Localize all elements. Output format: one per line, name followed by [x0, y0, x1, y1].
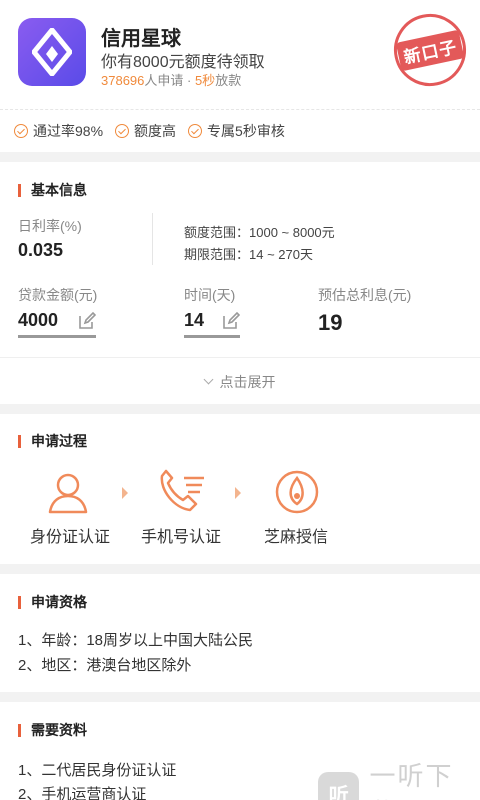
feature-list: 通过率98% 额度高 专属5秒审核 [0, 110, 480, 152]
step-arrow [122, 487, 128, 499]
sesame-icon [275, 470, 319, 514]
section-title-text: 需要资料 [31, 722, 87, 738]
app-header: 信用星球 你有8000元额度待领取 378696人申请 · 5秒放款 新口子 [0, 0, 480, 110]
term-label: 时间(天) [184, 287, 236, 303]
step-label-sesame: 芝麻授信 [264, 529, 329, 546]
term-input[interactable]: 14 [184, 310, 240, 338]
material-item: 1、二代居民身份证认证 [18, 762, 177, 779]
loan-speed-suffix: 放款 [215, 73, 242, 88]
app-name: 信用星球 [101, 28, 181, 50]
feature-item: 额度高 [115, 121, 176, 141]
chevron-down-icon [203, 374, 213, 385]
expand-button[interactable]: 点击展开 [0, 357, 480, 405]
new-stamp: 新口子 [387, 7, 473, 93]
interest-label: 预估总利息(元) [318, 287, 412, 303]
step-label-id: 身份证认证 [30, 529, 111, 546]
loan-speed: 5秒 [194, 73, 216, 88]
step-arrow [235, 487, 241, 499]
amount-label: 贷款金额(元) [18, 287, 98, 303]
feature-label: 通过率98% [33, 123, 104, 139]
app-stats: 378696人申请 · 5秒放款 [101, 70, 241, 89]
section-title-materials: 需要资料 [0, 720, 87, 740]
step-label-phone: 手机号认证 [141, 529, 222, 546]
limit-range: 额度范围：1000 ~ 8000元 [184, 225, 335, 240]
term-range: 期限范围：14 ~ 270天 [184, 247, 313, 262]
section-title-process: 申请过程 [0, 431, 87, 451]
rate-label: 日利率(%) [18, 218, 82, 234]
check-icon [14, 124, 28, 138]
qualification-item: 1、年龄：18周岁以上中国大陆公民 [18, 632, 254, 649]
title-bar [18, 723, 21, 737]
interest-value: 19 [318, 310, 343, 335]
feature-item: 通过率98% [14, 121, 103, 141]
amount-input[interactable]: 4000 [18, 310, 96, 338]
edit-icon[interactable] [78, 311, 96, 330]
qualification-item: 2、地区：港澳台地区除外 [18, 657, 192, 674]
stamp-text: 新口子 [395, 29, 465, 71]
check-icon [115, 124, 130, 138]
feature-label: 额度高 [134, 123, 177, 139]
app-subtitle: 你有8000元额度待领取 [101, 54, 265, 71]
section-title-basic: 基本信息 [0, 180, 87, 200]
applicants-count: 378696 [101, 73, 145, 88]
title-bar [18, 183, 21, 197]
expand-label: 点击展开 [219, 373, 276, 390]
material-item: 2、手机运营商认证 [18, 786, 147, 800]
feature-item: 专属5秒审核 [188, 121, 285, 141]
amount-value: 4000 [18, 310, 59, 330]
title-bar [18, 434, 21, 448]
section-title-qualification: 申请资格 [0, 592, 87, 612]
watermark-logo: 听 [318, 772, 360, 800]
term-value: 14 [184, 310, 205, 330]
edit-icon[interactable] [222, 311, 240, 330]
app-logo [18, 18, 86, 86]
watermark-text: 一听下载 [369, 761, 454, 800]
rate-value: 0.035 [18, 240, 64, 260]
diamond-icon [32, 28, 72, 76]
section-title-text: 申请资格 [31, 594, 87, 610]
divider [152, 213, 153, 265]
section-title-text: 基本信息 [31, 182, 87, 198]
feature-label: 专属5秒审核 [207, 123, 285, 139]
applicants-suffix: 人申请 · [144, 73, 195, 88]
check-icon [188, 124, 203, 138]
person-icon [48, 473, 88, 514]
watermark: 听 一听下载 [318, 756, 480, 800]
title-bar [18, 595, 21, 609]
phone-icon [160, 469, 204, 512]
section-title-text: 申请过程 [31, 433, 87, 449]
